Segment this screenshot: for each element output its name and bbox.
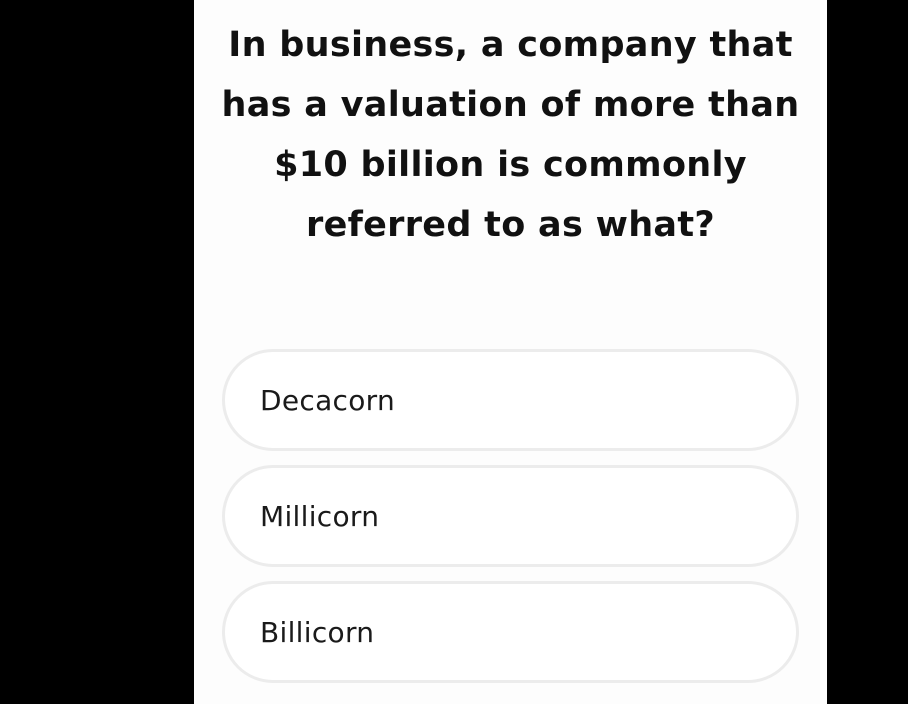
- answer-option-decacorn[interactable]: Decacorn: [222, 349, 799, 451]
- answer-option-millicorn[interactable]: Millicorn: [222, 465, 799, 567]
- answer-option-label: Decacorn: [260, 383, 396, 417]
- screen-frame: In business, a company that has a valuat…: [0, 0, 908, 704]
- answer-option-label: Millicorn: [260, 499, 380, 533]
- answer-options: Decacorn Millicorn Billicorn: [222, 349, 799, 697]
- quiz-card: In business, a company that has a valuat…: [194, 0, 827, 704]
- question-text: In business, a company that has a valuat…: [221, 25, 800, 245]
- answer-option-billicorn[interactable]: Billicorn: [222, 581, 799, 683]
- answer-option-label: Billicorn: [260, 615, 375, 649]
